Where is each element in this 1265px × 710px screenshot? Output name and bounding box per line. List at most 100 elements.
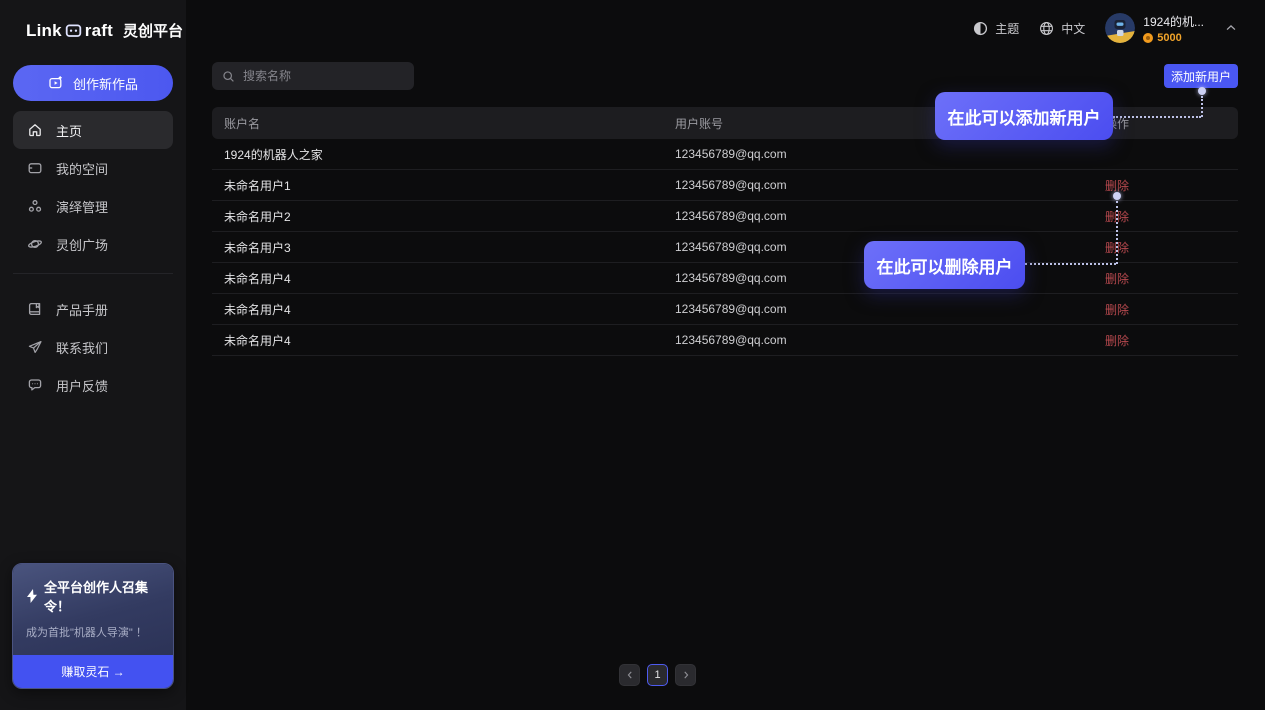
user-table: 账户名 用户账号 操作 1924的机器人之家 123456789@qq.com … (212, 107, 1238, 356)
coin-icon (1143, 33, 1153, 43)
user-name-cell: 未命名用户4 (212, 270, 675, 287)
app-logo: Link raft 灵创平台 (0, 0, 186, 41)
table-row: 未命名用户4 123456789@qq.com 删除 (212, 263, 1238, 294)
sidebar-item-contact-us[interactable]: 联系我们 (13, 328, 173, 366)
sidebar-divider (13, 273, 173, 274)
sidebar-item-label: 演绎管理 (56, 197, 108, 216)
language-switcher[interactable]: 中文 (1039, 20, 1085, 37)
sidebar-item-user-feedback[interactable]: 用户反馈 (13, 366, 173, 404)
sidebar-item-product-manual[interactable]: 产品手册 (13, 290, 173, 328)
add-user-button[interactable]: 添加新用户 (1164, 64, 1238, 88)
action-cell: 删除 (1105, 301, 1238, 318)
video-create-icon (48, 75, 64, 91)
lightning-icon (26, 589, 38, 603)
planet-icon (27, 236, 43, 252)
robot-face-icon (65, 22, 82, 39)
connector-line-add-vertical (1201, 96, 1203, 117)
user-name-cell: 未命名用户2 (212, 208, 675, 225)
user-name-cell: 未命名用户4 (212, 301, 675, 318)
sidebar-item-my-space[interactable]: 我的空间 (13, 149, 173, 187)
create-work-label: 创作新作品 (73, 74, 138, 93)
action-cell: 删除 (1105, 208, 1238, 225)
table-row: 未命名用户1 123456789@qq.com 删除 (212, 170, 1238, 201)
promo-card-body: 全平台创作人召集令！ 成为首批"机器人导演" ！ (13, 564, 173, 655)
logo-text-prefix: Link (26, 21, 62, 41)
tooltip-add-user: 在此可以添加新用户 (935, 92, 1113, 140)
table-row: 未命名用户4 123456789@qq.com 删除 (212, 325, 1238, 356)
action-cell: 删除 (1105, 177, 1238, 194)
delete-user-link[interactable]: 删除 (1105, 303, 1129, 317)
username: 1924的机... (1143, 13, 1204, 30)
search-icon (222, 70, 235, 83)
sidebar-item-home[interactable]: 主页 (13, 111, 173, 149)
theme-label: 主题 (995, 20, 1019, 37)
user-name-cell: 未命名用户3 (212, 239, 675, 256)
sidebar-item-label: 产品手册 (56, 300, 108, 319)
earn-lingshi-button[interactable]: 赚取灵石 → (13, 655, 173, 688)
sidebar-item-label: 主页 (56, 121, 82, 140)
sidebar-item-label: 灵创广场 (56, 235, 108, 254)
language-label: 中文 (1061, 20, 1085, 37)
connector-dot-delete (1113, 192, 1121, 200)
theme-icon (973, 21, 988, 36)
pagination: 1 (619, 664, 696, 686)
sidebar-item-label: 联系我们 (56, 338, 108, 357)
coin-balance: 5000 (1157, 32, 1181, 44)
theme-toggle[interactable]: 主题 (973, 20, 1019, 37)
sidebar-item-performance-management[interactable]: 演绎管理 (13, 187, 173, 225)
cluster-icon (27, 198, 43, 214)
table-row: 未命名用户2 123456789@qq.com 删除 (212, 201, 1238, 232)
user-account-cell: 123456789@qq.com (675, 302, 1105, 316)
send-icon (27, 339, 43, 355)
sidebar-item-label: 我的空间 (56, 159, 108, 178)
sidebar-nav-main: 主页 我的空间 演绎管理 灵创广场 (0, 111, 186, 263)
globe-icon (1039, 21, 1054, 36)
promo-card: 全平台创作人召集令！ 成为首批"机器人导演" ！ 赚取灵石 → (12, 563, 174, 689)
user-name-cell: 未命名用户1 (212, 177, 675, 194)
connector-line-delete-horizontal (1025, 263, 1116, 265)
tooltip-delete-user: 在此可以删除用户 (864, 241, 1025, 289)
table-row: 未命名用户4 123456789@qq.com 删除 (212, 294, 1238, 325)
page-number-button[interactable]: 1 (647, 664, 668, 686)
promo-subtitle: 成为首批"机器人导演" ！ (26, 624, 160, 640)
sidebar: Link raft 灵创平台 创作新作品 主页 我的空间 演绎管理 灵创广场 (0, 0, 186, 710)
book-icon (27, 301, 43, 317)
next-page-button[interactable] (675, 664, 696, 686)
action-cell: 删除 (1105, 239, 1238, 256)
sidebar-item-lingchuang-square[interactable]: 灵创广场 (13, 225, 173, 263)
logo-product-name: 灵创平台 (123, 20, 183, 41)
chevron-up-icon[interactable] (1224, 21, 1238, 35)
home-icon (27, 122, 43, 138)
connector-line-delete-vertical (1116, 201, 1118, 264)
search-input[interactable] (243, 69, 404, 83)
user-name-cell: 1924的机器人之家 (212, 146, 675, 163)
sidebar-item-label: 用户反馈 (56, 376, 108, 395)
user-account-cell: 123456789@qq.com (675, 178, 1105, 192)
user-account-cell: 123456789@qq.com (675, 147, 1105, 161)
user-menu[interactable]: 1924的机... 5000 (1105, 13, 1204, 44)
delete-user-link[interactable]: 删除 (1105, 179, 1129, 193)
create-work-button[interactable]: 创作新作品 (13, 65, 173, 101)
topbar: 主题 中文 1924的机... 5000 (186, 0, 1265, 56)
table-row: 1924的机器人之家 123456789@qq.com (212, 139, 1238, 170)
connector-dot-add (1198, 87, 1206, 95)
user-name-cell: 未命名用户4 (212, 332, 675, 349)
promo-title: 全平台创作人召集令！ (44, 577, 160, 615)
sidebar-nav-secondary: 产品手册 联系我们 用户反馈 (0, 290, 186, 404)
avatar (1105, 13, 1135, 43)
action-cell: 删除 (1105, 332, 1238, 349)
user-account-cell: 123456789@qq.com (675, 333, 1105, 347)
logo-text-suffix: raft (85, 21, 113, 41)
user-account-cell: 123456789@qq.com (675, 209, 1105, 223)
delete-user-link[interactable]: 删除 (1105, 334, 1129, 348)
table-row: 未命名用户3 123456789@qq.com 删除 (212, 232, 1238, 263)
main-area: 主题 中文 1924的机... 5000 添加 (186, 0, 1265, 710)
prev-page-button[interactable] (619, 664, 640, 686)
column-header-name: 账户名 (212, 115, 675, 132)
connector-line-add-horizontal (1113, 116, 1201, 118)
feedback-icon (27, 377, 43, 393)
action-cell: 删除 (1105, 270, 1238, 287)
folder-icon (27, 160, 43, 176)
search-box[interactable] (212, 62, 414, 90)
delete-user-link[interactable]: 删除 (1105, 272, 1129, 286)
